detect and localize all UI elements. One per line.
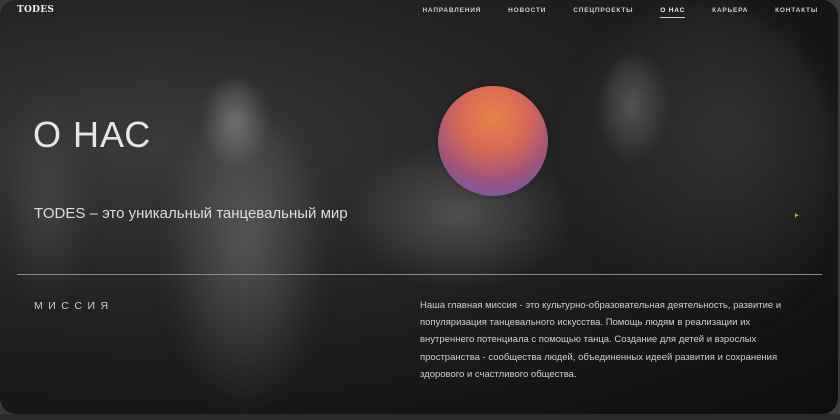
background-photo-woman: [560, 0, 838, 330]
site-logo[interactable]: TODES: [17, 5, 54, 15]
browser-frame: TODES НАПРАВЛЕНИЯ НОВОСТИ СПЕЦПРОЕКТЫ О …: [0, 0, 840, 420]
bottom-strip: [0, 414, 840, 420]
mission-label: МИССИЯ: [34, 300, 114, 312]
mission-text: Наша главная миссия - это культурно-обра…: [420, 300, 782, 380]
nav-item-career[interactable]: КАРЬЕРА: [712, 7, 748, 18]
page-subtitle: TODES – это уникальный танцевальный мир: [34, 205, 348, 222]
nav-item-special-projects[interactable]: СПЕЦПРОЕКТЫ: [573, 7, 633, 18]
background-photo-face: [600, 55, 670, 165]
nav-item-news[interactable]: НОВОСТИ: [508, 7, 546, 18]
main-nav: НАПРАВЛЕНИЯ НОВОСТИ СПЕЦПРОЕКТЫ О НАС КА…: [395, 7, 818, 18]
gradient-sphere-decoration: [438, 86, 548, 196]
section-divider: [17, 274, 822, 275]
about-page: TODES НАПРАВЛЕНИЯ НОВОСТИ СПЕЦПРОЕКТЫ О …: [0, 0, 838, 414]
page-title: О НАС: [33, 114, 152, 155]
nav-item-contacts[interactable]: КОНТАКТЫ: [775, 7, 818, 18]
nav-item-directions[interactable]: НАПРАВЛЕНИЯ: [422, 7, 481, 18]
nav-item-about[interactable]: О НАС: [660, 7, 686, 18]
background-photo-head: [200, 80, 270, 170]
